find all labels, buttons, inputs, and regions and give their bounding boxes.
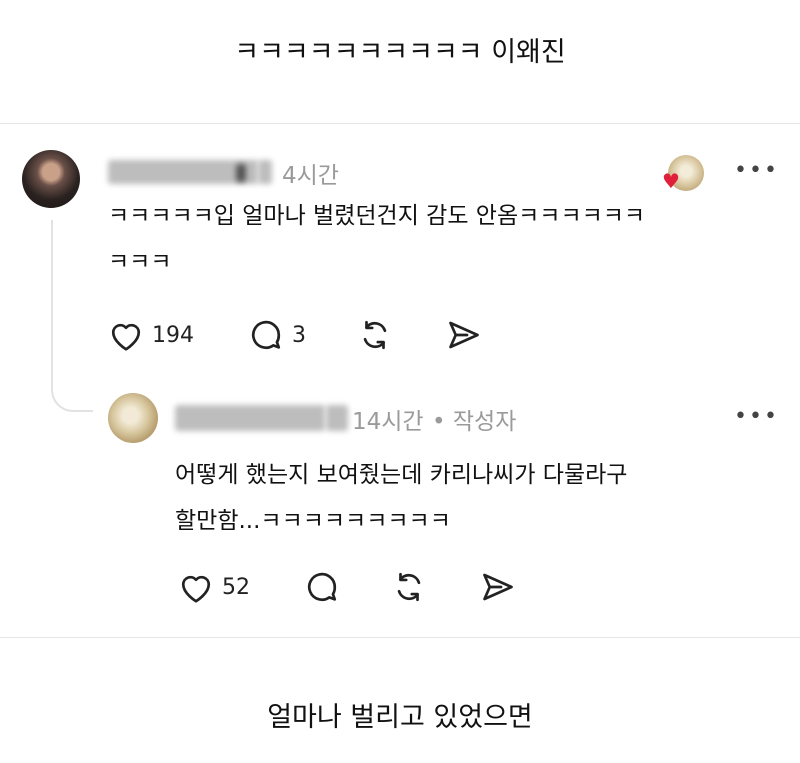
heart-filled-icon: ♥: [662, 169, 680, 193]
reply-like-button[interactable]: 52: [178, 570, 250, 604]
send-icon: [483, 573, 513, 601]
username-blurred-tail: [258, 160, 272, 184]
caption-top: ㅋㅋㅋㅋㅋㅋㅋㅋㅋㅋ 이왜진: [234, 37, 566, 68]
reply-author-avatar[interactable]: [108, 393, 158, 443]
send-icon: [449, 321, 479, 349]
reply-button[interactable]: 3: [248, 318, 306, 352]
reply-username-blurred[interactable]: [175, 405, 325, 431]
thread-connector-line: [51, 220, 93, 412]
reply-share-button[interactable]: [480, 570, 516, 604]
reply-username-blurred-tail: [326, 405, 348, 431]
reply-count: 3: [292, 322, 306, 348]
commenter-avatar[interactable]: [22, 150, 80, 208]
comment-text-line1: ㅋㅋㅋㅋㅋ입 얼마나 벌렸던건지 감도 안옴ㅋㅋㅋㅋㅋㅋ: [108, 203, 646, 229]
username-blurred-fragment: [236, 164, 246, 182]
reply-timestamp: 14시간: [352, 409, 424, 435]
caption-bottom: 얼마나 벌리고 있었으면: [267, 702, 533, 733]
author-badge: • 작성자: [432, 409, 517, 435]
like-button[interactable]: 194: [108, 318, 194, 352]
speech-bubble-icon: [251, 320, 281, 349]
reply-more-options-icon[interactable]: •••: [734, 404, 779, 429]
reply-reply-button[interactable]: [304, 570, 340, 604]
repost-icon: [363, 320, 387, 350]
author-liked-indicator: ♥: [662, 155, 706, 193]
repost-button[interactable]: [358, 318, 392, 352]
share-button[interactable]: [446, 318, 482, 352]
more-options-icon[interactable]: •••: [734, 158, 779, 183]
like-count: 194: [152, 322, 194, 348]
heart-outline-icon: [181, 575, 211, 603]
reply-repost-button[interactable]: [392, 570, 426, 604]
heart-outline-icon: [111, 323, 141, 351]
reply-like-count: 52: [222, 574, 250, 600]
reply-text-line2: 할만함...ㅋㅋㅋㅋㅋㅋㅋㅋㅋ: [175, 508, 451, 534]
comment-text-line2: ㅋㅋㅋ: [108, 249, 172, 275]
speech-bubble-icon: [307, 572, 337, 601]
comment-timestamp: 4시간: [282, 163, 339, 189]
repost-icon: [397, 572, 421, 602]
reply-text-line1: 어떻게 했는지 보여줬는데 카리나씨가 다물라구: [175, 462, 628, 488]
